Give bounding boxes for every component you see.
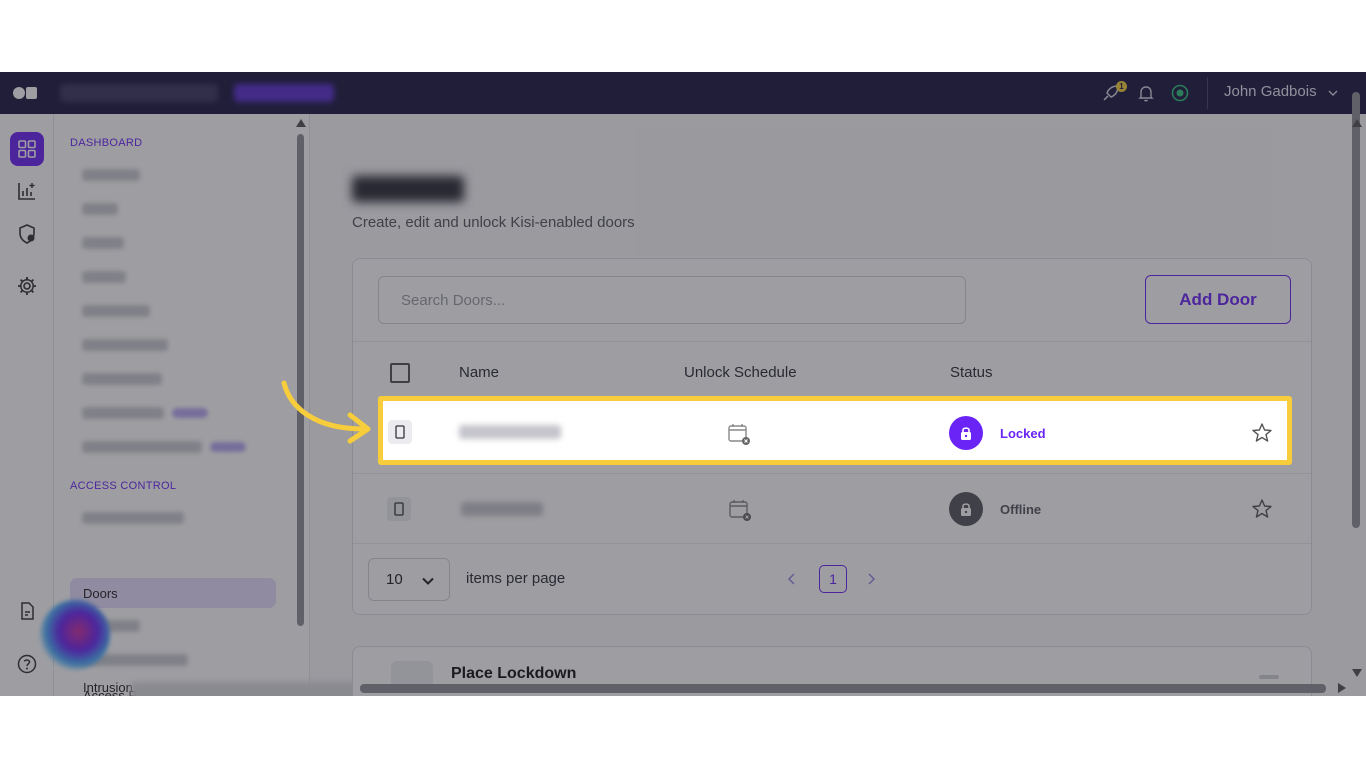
nav-item-redacted[interactable] bbox=[82, 203, 118, 215]
door-icon bbox=[387, 497, 411, 521]
nav-section-dashboard: DASHBOARD bbox=[70, 137, 143, 149]
door-name-redacted[interactable] bbox=[461, 502, 543, 516]
table-header: Name Unlock Schedule Status bbox=[353, 341, 1311, 403]
rail-help-button[interactable] bbox=[10, 647, 44, 681]
lockdown-toggle[interactable] bbox=[1259, 675, 1279, 679]
items-per-page-select[interactable]: 10 bbox=[368, 558, 450, 601]
kisi-logo-icon[interactable] bbox=[12, 85, 38, 101]
lock-icon bbox=[961, 427, 971, 440]
scroll-up-arrow-icon[interactable] bbox=[296, 119, 306, 127]
rail-settings-button[interactable] bbox=[10, 269, 44, 303]
organization-name-redacted bbox=[60, 84, 218, 102]
chevron-down-icon bbox=[422, 577, 434, 585]
column-header-name[interactable]: Name bbox=[459, 364, 499, 381]
document-icon bbox=[21, 602, 34, 620]
search-doors-input[interactable] bbox=[378, 276, 966, 324]
chart-icon bbox=[18, 183, 35, 200]
door-icon bbox=[388, 420, 412, 444]
page-subtitle: Create, edit and unlock Kisi-enabled doo… bbox=[352, 214, 635, 231]
tutorial-arrow-icon bbox=[281, 380, 371, 444]
table-row[interactable]: Offline bbox=[353, 473, 1311, 543]
topbar-divider bbox=[1207, 77, 1208, 109]
rail-dashboard-button[interactable] bbox=[10, 132, 44, 166]
highlighted-door-row[interactable]: Locked bbox=[378, 396, 1292, 465]
rail-reports-button[interactable] bbox=[10, 174, 44, 208]
door-name-redacted[interactable] bbox=[459, 425, 561, 439]
nav-item-redacted[interactable] bbox=[82, 407, 164, 419]
support-chat-avatar[interactable] bbox=[40, 600, 110, 670]
gear-icon bbox=[18, 277, 36, 295]
nav-badge-redacted bbox=[172, 408, 208, 418]
locked-badge[interactable] bbox=[949, 416, 983, 450]
top-bar: 1 John Gadbois bbox=[0, 72, 1366, 114]
column-header-unlock-schedule[interactable]: Unlock Schedule bbox=[684, 364, 797, 381]
nav-section-access-control: ACCESS CONTROL bbox=[70, 480, 177, 492]
sidebar-item-intrusion[interactable]: Intrusion bbox=[83, 680, 133, 695]
nav-item-redacted[interactable] bbox=[82, 512, 184, 524]
bell-icon[interactable] bbox=[1136, 83, 1156, 103]
rail-security-button[interactable] bbox=[10, 217, 44, 251]
plan-badge-redacted bbox=[234, 84, 334, 102]
icon-rail bbox=[0, 114, 54, 696]
nav-badge-redacted bbox=[210, 442, 246, 452]
user-name[interactable]: John Gadbois bbox=[1224, 83, 1317, 100]
horizontal-scrollbar[interactable] bbox=[360, 684, 1326, 693]
nav-item-redacted[interactable] bbox=[82, 305, 150, 317]
star-icon[interactable] bbox=[1251, 422, 1273, 444]
select-all-checkbox[interactable] bbox=[390, 363, 410, 383]
scroll-right-arrow-icon[interactable] bbox=[1338, 683, 1346, 693]
items-per-page-label: items per page bbox=[466, 570, 566, 587]
lock-icon bbox=[961, 503, 971, 516]
online-status-icon[interactable] bbox=[1170, 83, 1190, 103]
nav-item-redacted[interactable] bbox=[82, 373, 162, 385]
help-icon bbox=[17, 654, 37, 674]
shield-icon bbox=[19, 224, 35, 244]
add-door-button[interactable]: Add Door bbox=[1145, 275, 1291, 324]
star-icon[interactable] bbox=[1251, 498, 1273, 520]
chevron-down-icon[interactable] bbox=[1327, 87, 1339, 99]
main-scroll-down-icon[interactable] bbox=[1352, 669, 1362, 677]
notification-badge: 1 bbox=[1116, 81, 1127, 92]
chevron-left-icon[interactable] bbox=[786, 572, 798, 586]
sidebar-item-doors-label: Doors bbox=[83, 586, 118, 601]
column-header-status[interactable]: Status bbox=[950, 364, 993, 381]
nav-item-redacted[interactable] bbox=[82, 237, 124, 249]
rail-docs-button[interactable] bbox=[10, 594, 44, 628]
calendar-off-icon bbox=[729, 500, 751, 521]
nav-item-redacted[interactable] bbox=[82, 441, 202, 453]
status-text: Offline bbox=[1000, 502, 1042, 517]
pagination-bar: 10 items per page 1 bbox=[353, 543, 1311, 615]
chevron-right-icon[interactable] bbox=[865, 572, 877, 586]
calendar-off-icon bbox=[728, 424, 750, 445]
status-text: Locked bbox=[1000, 426, 1046, 441]
items-per-page-value: 10 bbox=[386, 571, 403, 588]
app-frame: 1 John Gadbois DASHBOARD ACCESS CONTROL … bbox=[0, 72, 1366, 696]
page-1-button[interactable]: 1 bbox=[819, 565, 847, 593]
offline-lock-badge bbox=[949, 492, 983, 526]
grid-icon bbox=[18, 140, 36, 158]
nav-item-redacted[interactable] bbox=[82, 169, 140, 181]
nav-item-redacted[interactable] bbox=[82, 339, 168, 351]
main-scroll-up-icon[interactable] bbox=[1352, 119, 1362, 127]
main-scrollbar[interactable] bbox=[1352, 92, 1360, 528]
page-title-redacted bbox=[352, 176, 464, 202]
lockdown-title: Place Lockdown bbox=[451, 665, 577, 682]
nav-item-redacted[interactable] bbox=[82, 271, 126, 283]
